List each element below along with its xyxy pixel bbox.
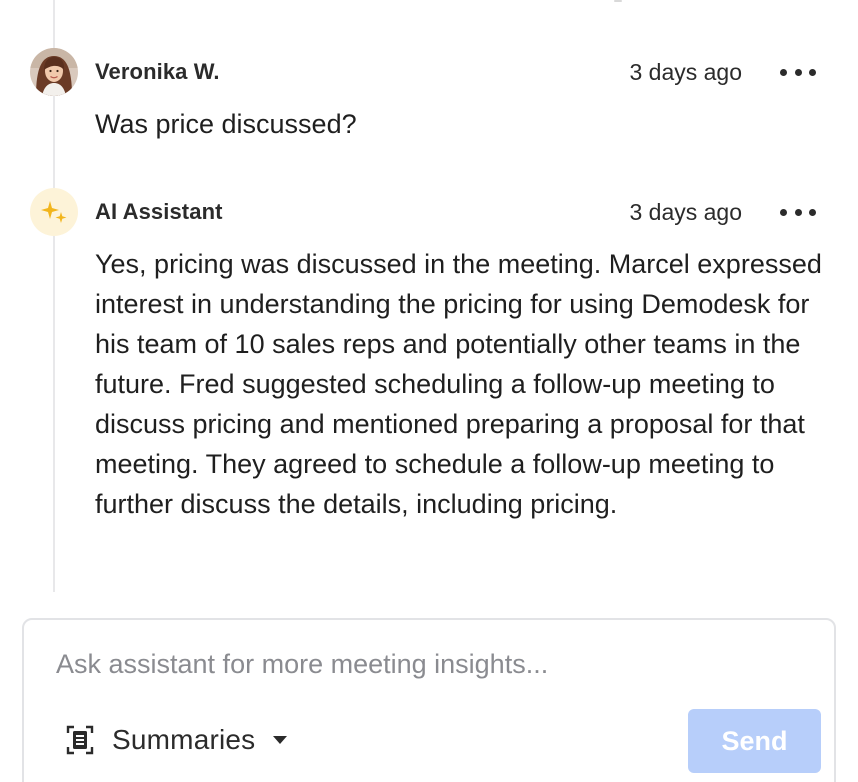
message-timestamp: 3 days ago xyxy=(629,59,742,85)
assistant-question-input[interactable] xyxy=(56,644,796,684)
message-timestamp: 3 days ago xyxy=(629,199,742,225)
dot-icon xyxy=(809,68,816,76)
user-photo-avatar xyxy=(30,48,78,96)
author-name: Veronika W. xyxy=(95,59,220,84)
sparkles-icon xyxy=(41,201,67,223)
message-text: Yes, pricing was discussed in the meetin… xyxy=(95,249,822,519)
dot-icon xyxy=(794,68,802,76)
composer: Summaries Send xyxy=(22,618,836,782)
summaries-dropdown[interactable]: Summaries xyxy=(66,720,288,760)
more-options-button[interactable] xyxy=(780,66,816,78)
dot-icon xyxy=(780,68,787,76)
dot-icon xyxy=(780,208,787,216)
assistant-thread: Veronika W. 3 days ago Was price discuss… xyxy=(0,0,858,782)
send-button[interactable]: Send xyxy=(688,709,821,773)
caret-down-icon xyxy=(273,736,288,744)
dot-icon xyxy=(794,208,802,216)
avatar[interactable] xyxy=(30,48,78,96)
author-name: AI Assistant xyxy=(95,199,223,224)
summaries-label: Summaries xyxy=(112,724,256,755)
dot-icon xyxy=(809,208,816,216)
previous-message-edge xyxy=(614,0,622,2)
message-text: Was price discussed? xyxy=(95,109,357,139)
document-scan-icon xyxy=(66,725,94,755)
assistant-avatar xyxy=(30,188,78,236)
more-options-button[interactable] xyxy=(780,206,816,218)
